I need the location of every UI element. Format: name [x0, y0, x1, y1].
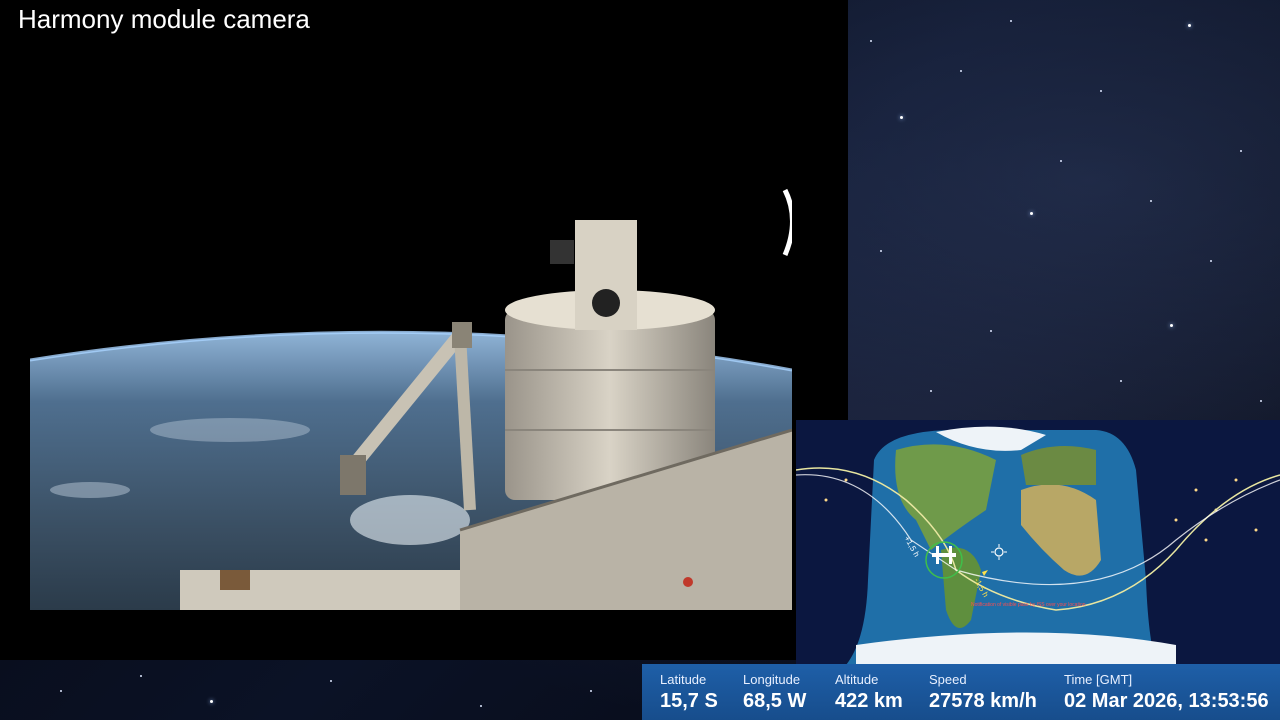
latitude-label: Latitude — [660, 672, 707, 687]
longitude-value: 68,5 W — [743, 690, 807, 712]
latitude-value: 15,7 S — [660, 690, 718, 712]
altitude-label: Altitude — [835, 672, 879, 687]
longitude-label: Longitude — [743, 672, 801, 687]
time-value: 02 Mar 2026, 13:53:56 — [1064, 690, 1269, 712]
europe-shape — [1021, 446, 1096, 485]
world-map: +1,5 h -1,5 h Notification of visible pa… — [796, 420, 1280, 665]
time-label: Time [GMT] — [1064, 672, 1133, 687]
speed-label: Speed — [929, 672, 967, 687]
speed-value: 27578 km/h — [929, 690, 1037, 712]
iss-tracker-map[interactable]: +1,5 h -1,5 h Notification of visible pa… — [796, 420, 1280, 665]
iss-camera-view — [30, 70, 792, 610]
camera-title: Harmony module camera — [18, 4, 310, 34]
camera-feed — [30, 70, 792, 610]
map-footnote: Notification of visible pass by ISS over… — [971, 602, 1086, 608]
telemetry-bar: Latitude 15,7 S Longitude 68,5 W Altitud… — [642, 664, 1280, 720]
altitude-value: 422 km — [835, 690, 903, 712]
